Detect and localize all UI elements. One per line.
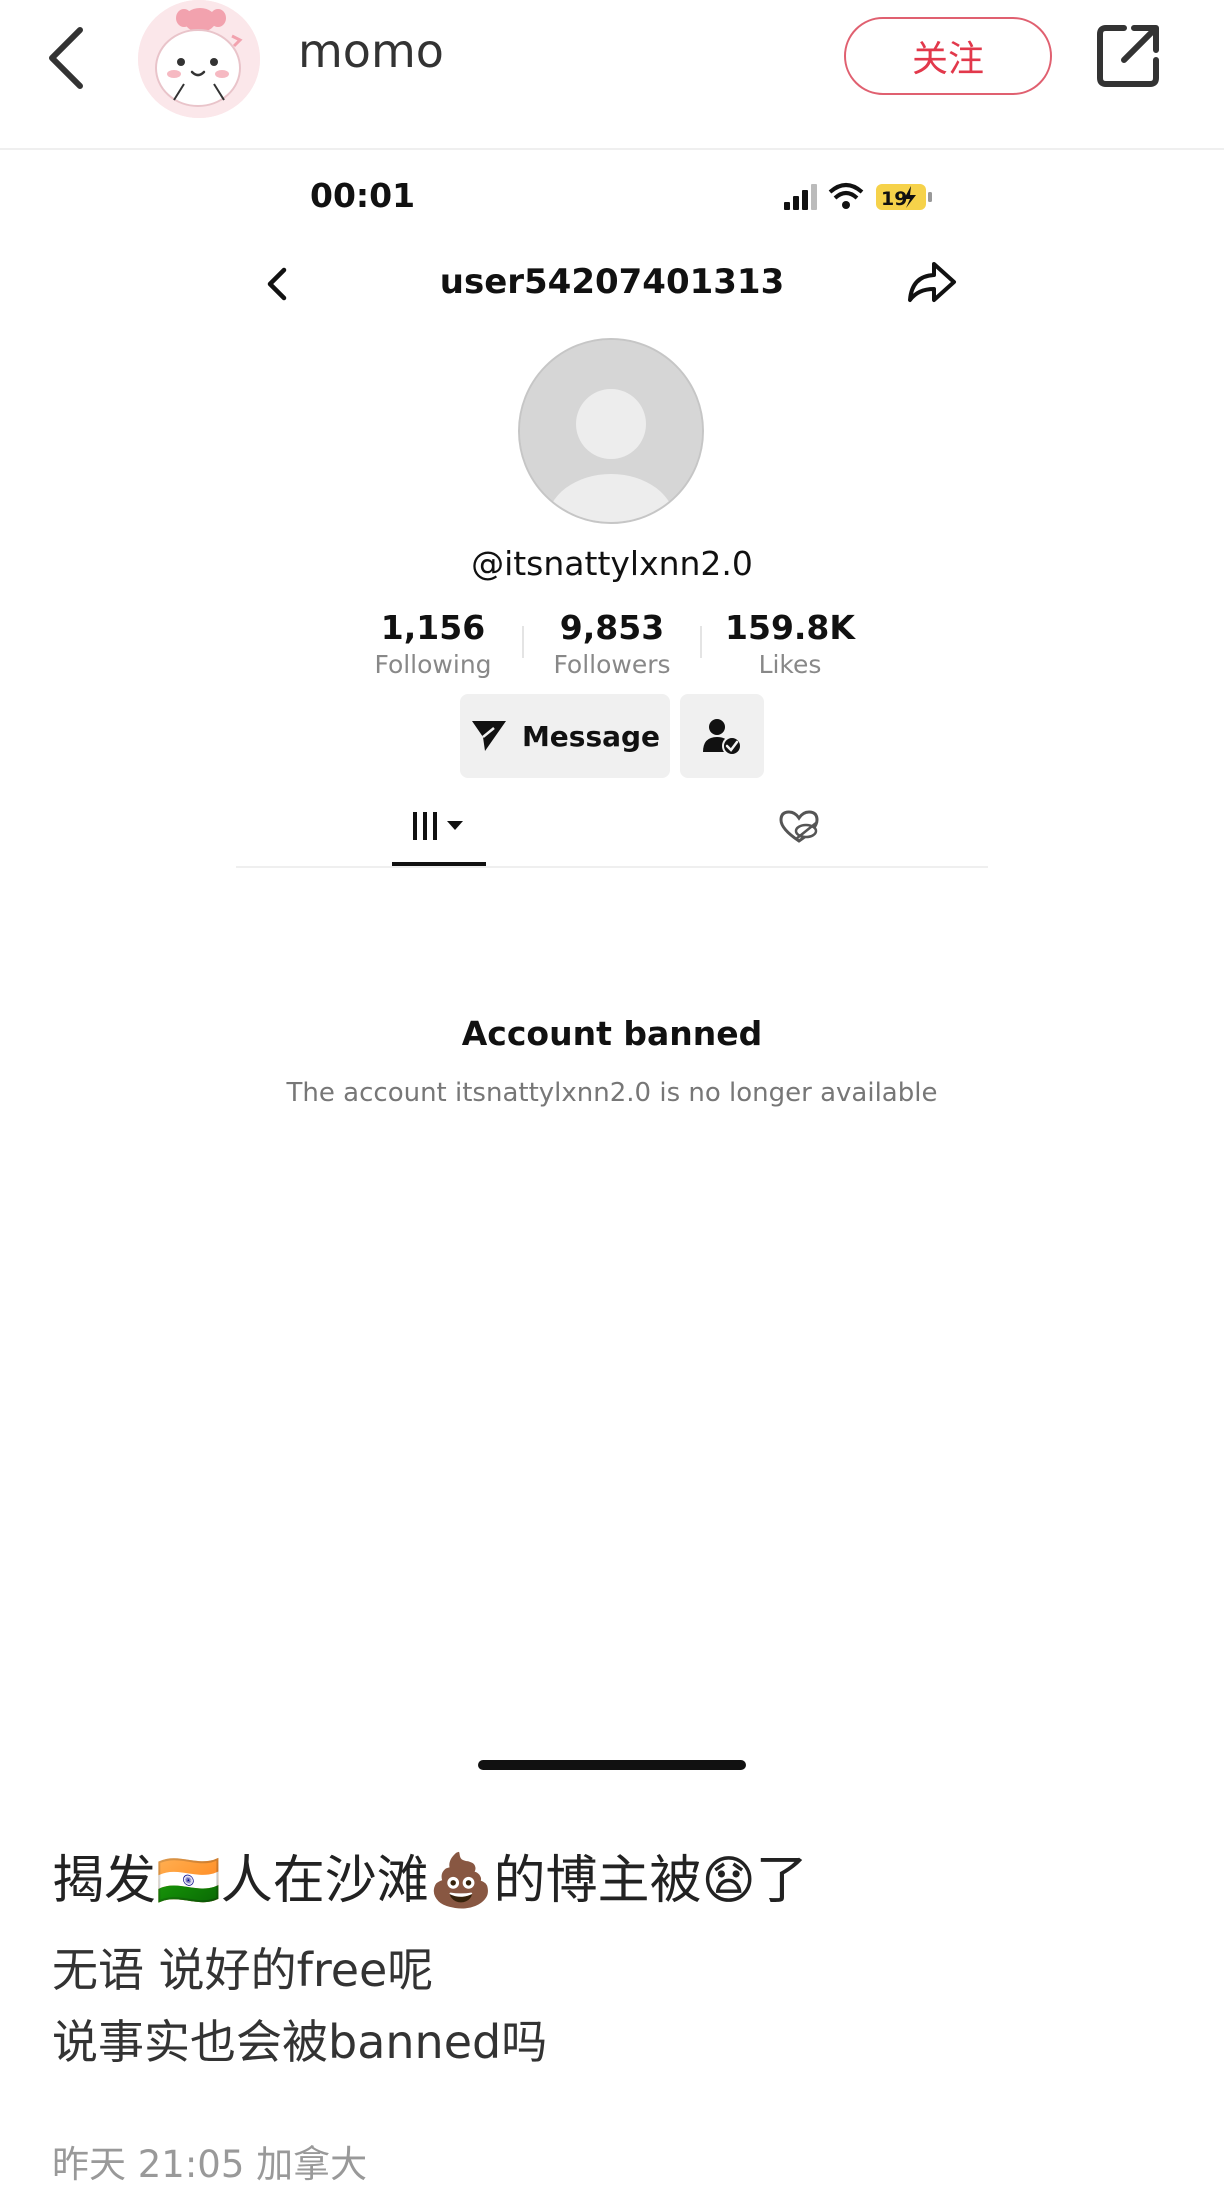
profile-picture	[518, 338, 704, 524]
follow-button[interactable]: 关注	[844, 17, 1052, 95]
chevron-left-icon	[49, 27, 83, 89]
profile-handle: @itsnattylxnn2.0	[471, 544, 753, 583]
share-external-icon	[1097, 25, 1159, 87]
home-indicator	[478, 1760, 746, 1770]
stat-value: 9,853	[559, 608, 665, 647]
profile-title: user54207401313	[439, 262, 785, 302]
author-username[interactable]: momo	[298, 24, 444, 78]
post-meta: 昨天 21:05 加拿大	[52, 2143, 368, 2186]
status-bar-icons: 19	[784, 180, 940, 214]
share-button[interactable]	[1094, 22, 1162, 90]
post-body: 无语 说好的free呢 说事实也会被banned吗	[52, 1943, 548, 2069]
default-avatar-icon	[520, 340, 702, 522]
profile-share-button[interactable]	[906, 258, 958, 306]
status-time: 00:01	[310, 176, 416, 215]
stat-following[interactable]: 1,156 Following	[348, 608, 518, 682]
tab-liked[interactable]	[752, 790, 846, 864]
send-icon	[471, 721, 506, 751]
profile-tabs	[236, 790, 988, 868]
grid-dropdown-icon	[413, 812, 463, 840]
stat-divider	[522, 626, 524, 658]
banned-title: Account banned	[461, 1014, 763, 1053]
chevron-left-icon	[267, 267, 287, 301]
bunny-avatar-icon	[138, 0, 260, 118]
stat-divider	[700, 626, 702, 658]
message-label: Message	[521, 719, 661, 753]
stat-value: 1,156	[380, 608, 486, 647]
post-image[interactable]: 00:01 19 user54207401313 @itsnattylxnn2.…	[0, 150, 1224, 1790]
tab-videos[interactable]	[392, 790, 486, 866]
hidden-heart-icon	[779, 810, 819, 843]
stat-label: Likes	[758, 650, 822, 679]
message-button[interactable]: Message	[460, 694, 670, 778]
friend-status-button[interactable]	[680, 694, 764, 778]
stat-followers[interactable]: 9,853 Followers	[527, 608, 697, 682]
profile-back-button[interactable]	[262, 262, 292, 306]
banned-description: The account itsnattylxnn2.0 is no longer…	[286, 1078, 938, 1108]
stat-likes[interactable]: 159.8K Likes	[705, 608, 875, 682]
stat-label: Following	[374, 650, 492, 679]
signal-icon	[784, 184, 817, 210]
svg-text:19: 19	[881, 188, 907, 210]
user-check-icon	[703, 719, 742, 756]
top-app-bar: momo 关注	[0, 0, 1224, 150]
share-arrow-icon	[908, 262, 956, 302]
avatar[interactable]	[138, 0, 260, 118]
battery-icon: 19	[876, 184, 932, 210]
back-button[interactable]	[40, 24, 100, 92]
wifi-icon	[828, 183, 864, 209]
stat-value: 159.8K	[725, 608, 855, 647]
post-title: 揭发🇮🇳人在沙滩💩的博主被😧了	[52, 1851, 808, 1911]
stat-label: Followers	[553, 650, 671, 679]
